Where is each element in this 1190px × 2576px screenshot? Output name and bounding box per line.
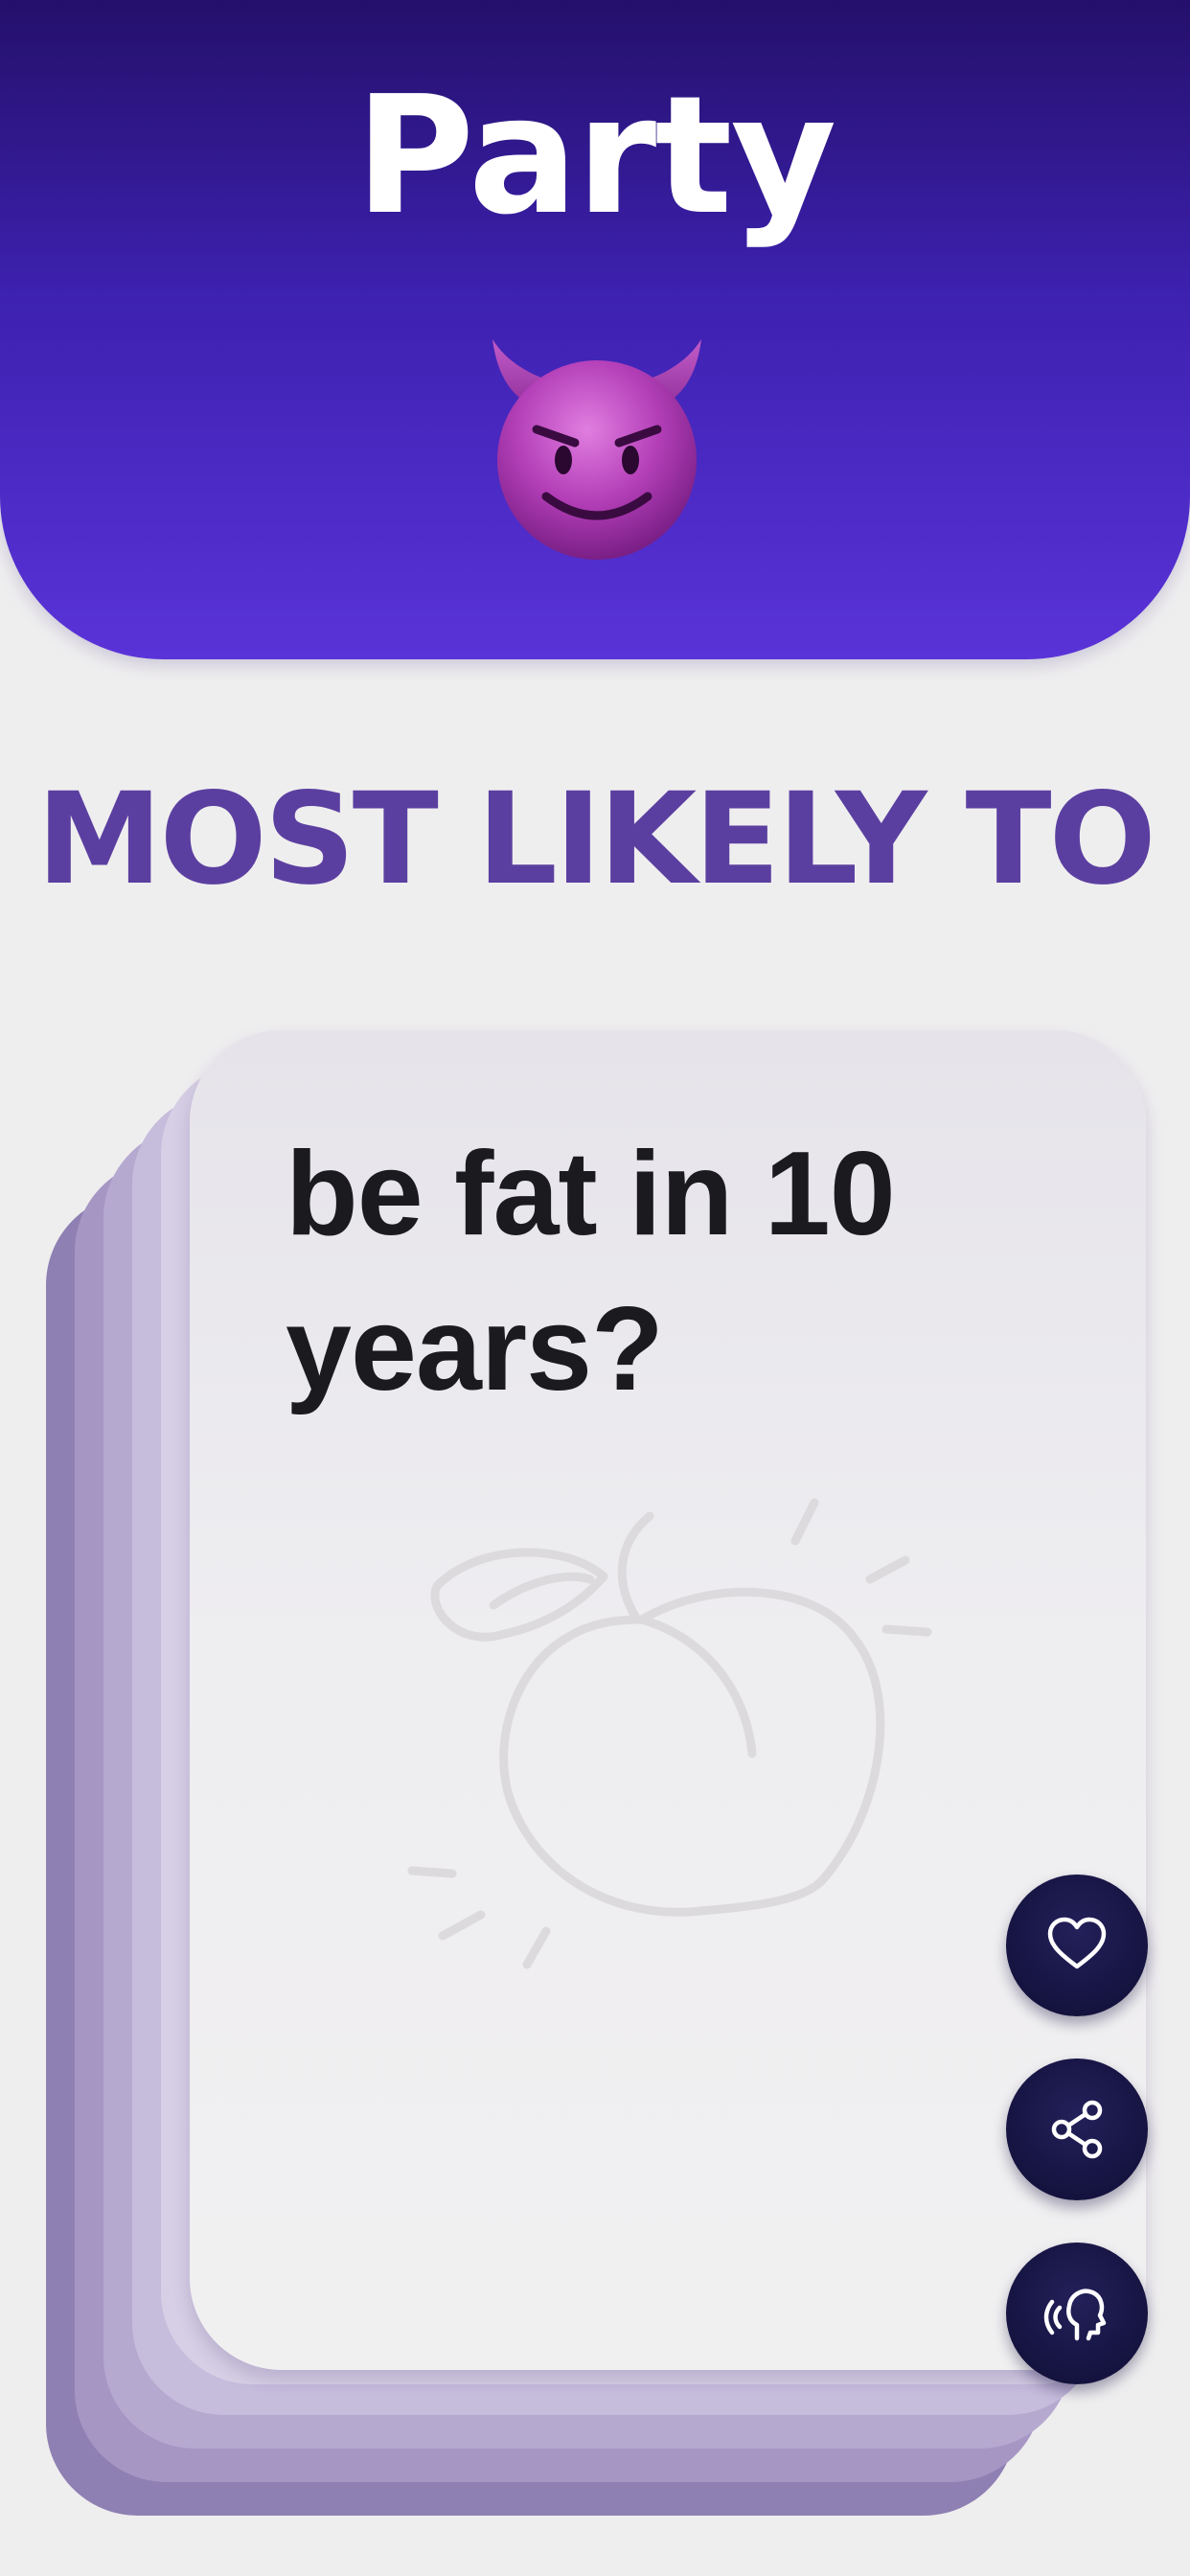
read-aloud-button[interactable] [1006, 2242, 1148, 2384]
share-button[interactable] [1006, 2058, 1148, 2200]
speak-head-icon [1043, 2288, 1107, 2341]
question-text: be fat in 10 years? [286, 1128, 896, 1415]
favorite-button[interactable] [1006, 1874, 1148, 2016]
share-icon [1051, 2100, 1103, 2159]
peach-icon [407, 1498, 932, 1969]
header-banner: Party [0, 0, 1190, 659]
smiling-devil-emoji-icon [492, 339, 701, 560]
page-title: Party [355, 61, 837, 251]
heart-icon [1047, 1917, 1107, 1969]
category-title: MOST LIKELY TO [36, 766, 1156, 913]
